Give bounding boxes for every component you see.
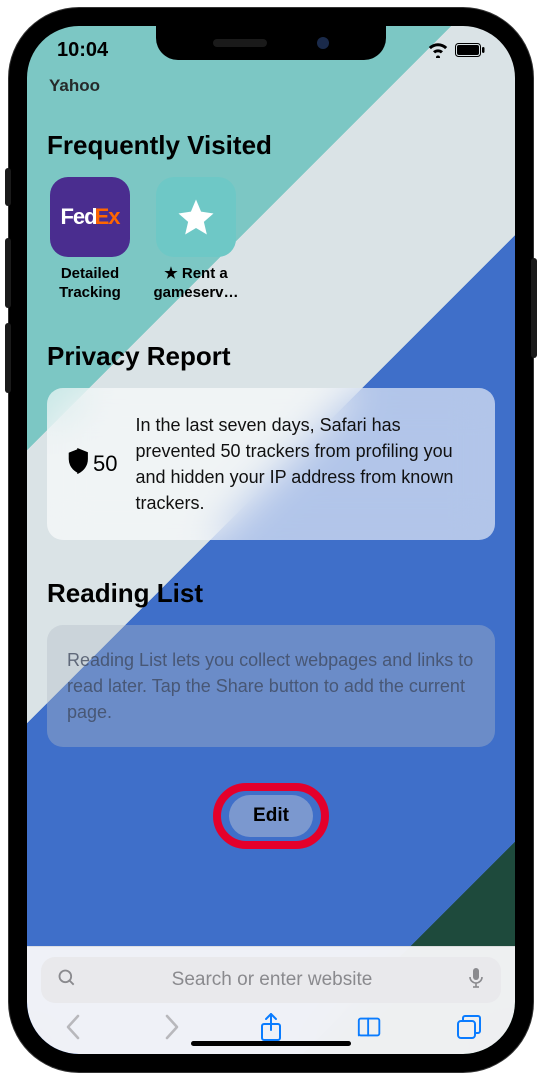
screen: 10:04 Yahoo Frequently Visited FedEx Det… — [27, 26, 515, 1054]
privacy-report-title: Privacy Report — [47, 341, 495, 372]
privacy-tracker-count: 50 — [67, 448, 117, 480]
privacy-report-card[interactable]: 50 In the last seven days, Safari has pr… — [47, 388, 495, 540]
start-page-content[interactable]: Yahoo Frequently Visited FedEx Detailed … — [27, 74, 515, 946]
reading-list-title: Reading List — [47, 578, 495, 609]
url-bar-placeholder: Search or enter website — [89, 969, 455, 991]
frequently-visited-label: ★ Rent a gameserv… — [153, 265, 239, 303]
search-icon — [57, 968, 77, 993]
frequently-visited-item[interactable]: ★ Rent a gameserv… — [153, 177, 239, 303]
cutoff-favorite-label: Yahoo — [49, 76, 495, 96]
url-bar[interactable]: Search or enter website — [41, 957, 501, 1003]
microphone-icon[interactable] — [467, 967, 485, 994]
star-icon — [156, 177, 236, 257]
privacy-report-summary: In the last seven days, Safari has preve… — [135, 412, 475, 516]
status-time: 10:04 — [57, 39, 108, 62]
bottom-toolbar: Search or enter website — [27, 946, 515, 1054]
shield-icon — [67, 448, 89, 480]
tabs-button[interactable] — [455, 1013, 483, 1041]
notch — [156, 26, 386, 60]
home-indicator[interactable] — [191, 1041, 351, 1046]
battery-icon — [455, 43, 485, 57]
fedex-icon: FedEx — [50, 177, 130, 257]
frequently-visited-item[interactable]: FedEx Detailed Tracking — [47, 177, 133, 303]
frequently-visited-label: Detailed Tracking — [47, 265, 133, 303]
annotation-highlight: Edit — [213, 783, 329, 849]
reading-list-card[interactable]: Reading List lets you collect webpages a… — [47, 625, 495, 747]
back-button[interactable] — [59, 1013, 87, 1041]
frequently-visited-title: Frequently Visited — [47, 130, 495, 161]
frequently-visited-row: FedEx Detailed Tracking ★ Rent a gameser… — [47, 177, 495, 303]
wifi-icon — [427, 42, 449, 58]
bookmarks-button[interactable] — [356, 1013, 384, 1041]
edit-button[interactable]: Edit — [229, 795, 313, 837]
reading-list-empty-text: Reading List lets you collect webpages a… — [67, 650, 473, 722]
forward-button[interactable] — [158, 1013, 186, 1041]
iphone-frame: 10:04 Yahoo Frequently Visited FedEx Det… — [9, 8, 533, 1072]
share-button[interactable] — [257, 1013, 285, 1041]
